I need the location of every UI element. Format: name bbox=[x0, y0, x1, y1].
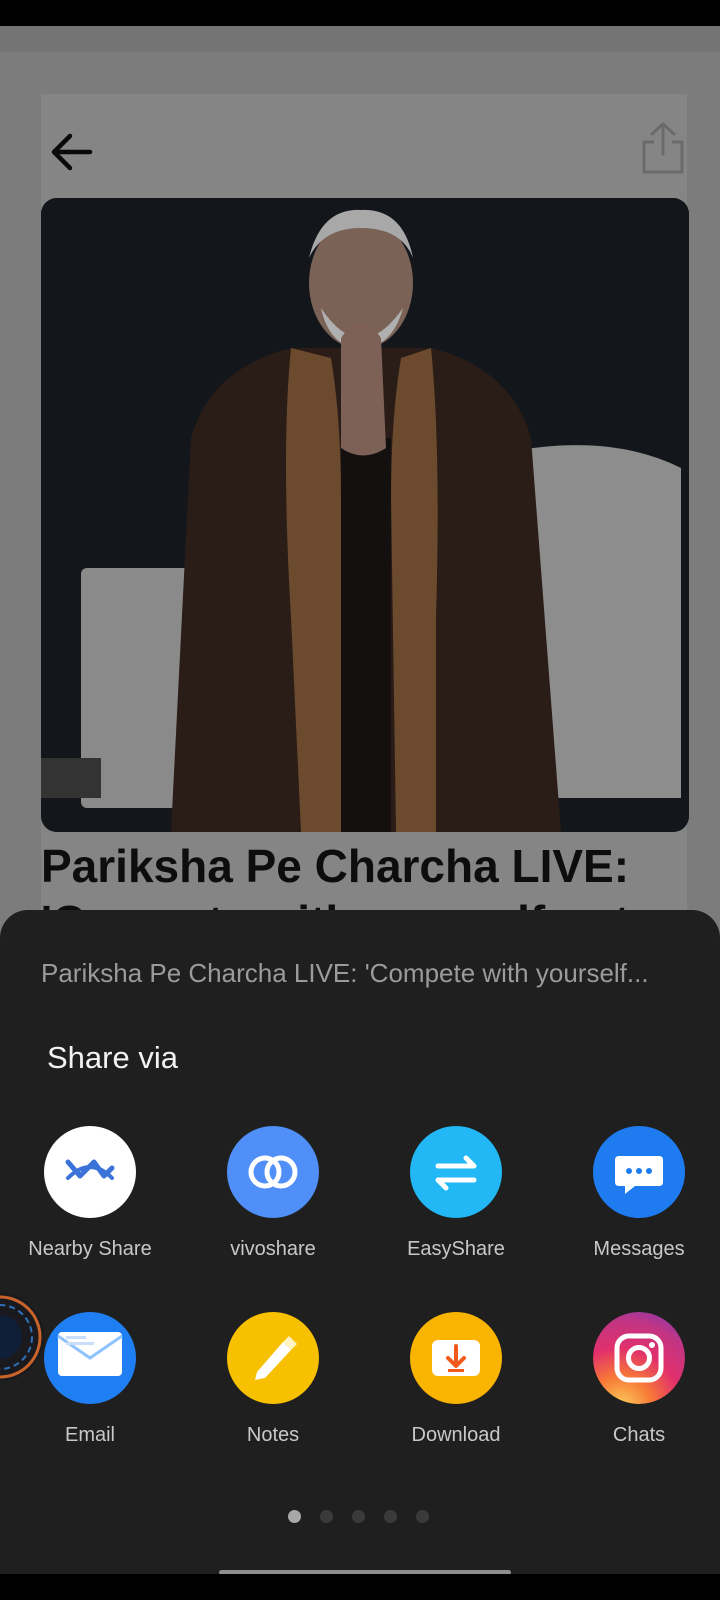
messages-icon bbox=[593, 1126, 685, 1218]
page-dot bbox=[320, 1510, 333, 1523]
floating-assistant-icon[interactable] bbox=[0, 1282, 52, 1392]
share-target-download[interactable]: Download bbox=[366, 1312, 546, 1462]
share-sheet-title: Pariksha Pe Charcha LIVE: 'Compete with … bbox=[41, 958, 649, 988]
status-bar bbox=[0, 0, 720, 26]
top-strip bbox=[0, 26, 720, 52]
page-indicator bbox=[288, 1510, 438, 1524]
share-icon bbox=[642, 122, 684, 174]
back-arrow-icon bbox=[51, 133, 93, 171]
app-label: EasyShare bbox=[407, 1238, 505, 1260]
easyshare-icon bbox=[410, 1126, 502, 1218]
article-hero-image bbox=[41, 198, 689, 832]
share-button[interactable] bbox=[638, 120, 688, 176]
back-button[interactable] bbox=[46, 126, 98, 178]
email-icon bbox=[44, 1312, 136, 1404]
page-dot-active bbox=[288, 1510, 301, 1523]
share-target-chats[interactable]: Chats bbox=[549, 1312, 720, 1462]
share-target-messages[interactable]: Messages bbox=[549, 1126, 720, 1276]
nearby-share-icon bbox=[44, 1126, 136, 1218]
instagram-icon bbox=[593, 1312, 685, 1404]
share-via-heading: Share via bbox=[47, 1040, 178, 1075]
app-label: Messages bbox=[593, 1238, 685, 1260]
page-dot bbox=[416, 1510, 429, 1523]
share-sheet: Pariksha Pe Charcha LIVE: 'Compete with … bbox=[0, 910, 720, 1575]
vivoshare-icon bbox=[227, 1126, 319, 1218]
navigation-bar bbox=[0, 1574, 720, 1600]
page-dot bbox=[352, 1510, 365, 1523]
headline-line-1: Pariksha Pe Charcha LIVE: bbox=[41, 840, 630, 892]
app-label: Chats bbox=[612, 1424, 666, 1446]
share-target-nearby-share[interactable]: Nearby Share bbox=[0, 1126, 180, 1276]
share-target-vivoshare[interactable]: vivoshare bbox=[183, 1126, 363, 1276]
app-label: Nearby Share bbox=[28, 1238, 152, 1260]
hero-photo bbox=[41, 198, 689, 832]
app-label: Notes bbox=[246, 1424, 300, 1446]
share-target-easyshare[interactable]: EasyShare bbox=[366, 1126, 546, 1276]
app-label: Download bbox=[411, 1424, 501, 1446]
app-label: vivoshare bbox=[230, 1238, 316, 1260]
app-label: Email bbox=[64, 1424, 115, 1446]
page-dot bbox=[384, 1510, 397, 1523]
notes-icon bbox=[227, 1312, 319, 1404]
share-target-notes[interactable]: Notes bbox=[183, 1312, 363, 1462]
download-icon bbox=[410, 1312, 502, 1404]
